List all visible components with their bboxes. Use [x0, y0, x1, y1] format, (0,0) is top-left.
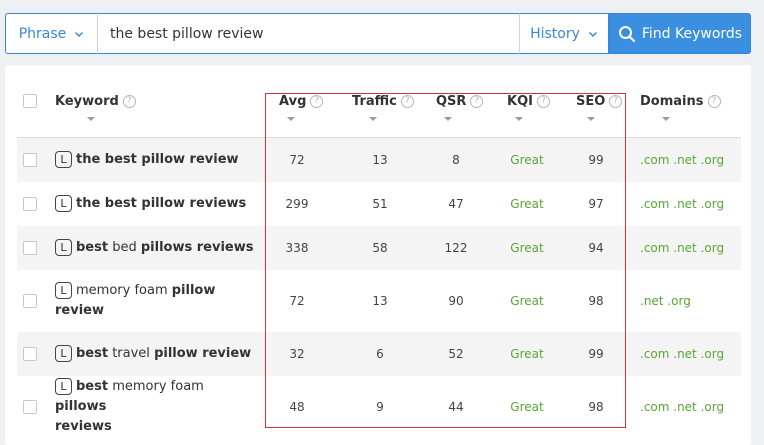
avg-value: 338: [285, 241, 309, 255]
help-icon[interactable]: ?: [400, 94, 414, 108]
long-tail-badge: L: [55, 239, 72, 256]
table-header: Keyword ? Avg ? Traffic ? QSR ? KQI ? SE…: [17, 65, 741, 138]
row-checkbox[interactable]: [23, 347, 37, 361]
domains-value[interactable]: .com .net .org: [640, 138, 724, 182]
match-mode-label: Phrase: [18, 25, 67, 42]
qsr-value: 47: [448, 197, 464, 211]
seo-value: 99: [588, 347, 604, 361]
avg-value: 32: [289, 347, 305, 361]
keyword-cell[interactable]: Lthe best pillow review: [55, 138, 255, 182]
chevron-down-icon: [75, 31, 84, 37]
traffic-value: 13: [372, 294, 388, 308]
row-checkbox[interactable]: [23, 294, 37, 308]
table-row[interactable]: Lthe best pillow reviews 299 51 47 Great…: [17, 182, 741, 226]
row-checkbox[interactable]: [23, 197, 37, 211]
results-card: Keyword ? Avg ? Traffic ? QSR ? KQI ? SE…: [5, 65, 751, 445]
sort-caret-icon[interactable]: [369, 117, 377, 121]
traffic-value: 13: [372, 153, 388, 167]
help-icon[interactable]: ?: [122, 94, 136, 108]
qsr-column-header[interactable]: QSR ?: [436, 65, 484, 137]
kqi-column-header[interactable]: KQI ?: [507, 65, 550, 137]
traffic-value: 51: [372, 197, 388, 211]
long-tail-badge: L: [55, 378, 72, 395]
avg-value: 48: [289, 400, 305, 414]
domains-value[interactable]: .com .net .org: [640, 182, 724, 226]
keyword-column-header[interactable]: Keyword ?: [55, 65, 136, 137]
qsr-value: 52: [448, 347, 464, 361]
domains-value[interactable]: .com .net .org: [640, 376, 724, 438]
help-icon[interactable]: ?: [310, 94, 324, 108]
search-bar: Phrase History Find Keywords: [5, 13, 751, 54]
sort-caret-icon[interactable]: [587, 117, 595, 121]
keyword-search-input[interactable]: [97, 13, 519, 54]
traffic-value: 58: [372, 241, 388, 255]
sort-caret-icon[interactable]: [444, 117, 452, 121]
qsr-value: 122: [444, 241, 468, 255]
history-label: History: [530, 25, 580, 42]
domains-column-header[interactable]: Domains ?: [640, 65, 721, 137]
kqi-value: Great: [510, 400, 544, 414]
help-icon[interactable]: ?: [707, 94, 721, 108]
avg-value: 299: [285, 197, 309, 211]
kqi-value: Great: [510, 347, 544, 361]
long-tail-badge: L: [55, 195, 72, 212]
sort-caret-icon[interactable]: [662, 117, 670, 121]
find-keywords-label: Find Keywords: [641, 25, 743, 42]
qsr-value: 44: [448, 400, 464, 414]
traffic-value: 6: [376, 347, 384, 361]
help-icon[interactable]: ?: [536, 94, 550, 108]
qsr-value: 8: [452, 153, 460, 167]
history-dropdown[interactable]: History: [519, 13, 609, 54]
table-row[interactable]: Lbest travel pillow review 32 6 52 Great…: [17, 332, 741, 376]
keyword-cell[interactable]: Lbest memory foam pillows reviews: [55, 376, 255, 438]
row-checkbox[interactable]: [23, 153, 37, 167]
qsr-value: 90: [448, 294, 464, 308]
chevron-down-icon: [588, 31, 597, 37]
avg-value: 72: [289, 153, 305, 167]
keyword-cell[interactable]: Lbest bed pillows reviews: [55, 226, 255, 270]
kqi-value: Great: [510, 294, 544, 308]
keyword-cell[interactable]: Lthe best pillow reviews: [55, 182, 255, 226]
keyword-cell[interactable]: Lbest travel pillow review: [55, 332, 255, 376]
seo-value: 99: [588, 153, 604, 167]
row-checkbox[interactable]: [23, 241, 37, 255]
table-row[interactable]: Lthe best pillow review 72 13 8 Great 99…: [17, 138, 741, 182]
seo-column-header[interactable]: SEO ?: [576, 65, 623, 137]
table-row[interactable]: Lmemory foam pillow review 72 13 90 Great…: [17, 270, 741, 332]
search-icon: [618, 25, 635, 42]
sort-caret-icon[interactable]: [87, 117, 95, 121]
long-tail-badge: L: [55, 345, 72, 362]
select-all-checkbox[interactable]: [23, 94, 37, 108]
domains-value[interactable]: .com .net .org: [640, 332, 724, 376]
seo-value: 94: [588, 241, 604, 255]
table-row[interactable]: Lbest bed pillows reviews 338 58 122 Gre…: [17, 226, 741, 270]
avg-value: 72: [289, 294, 305, 308]
find-keywords-button[interactable]: Find Keywords: [609, 13, 751, 54]
kqi-value: Great: [510, 241, 544, 255]
long-tail-badge: L: [55, 282, 72, 299]
domains-value[interactable]: .net .org: [640, 270, 691, 332]
sort-caret-icon[interactable]: [515, 117, 523, 121]
seo-value: 97: [588, 197, 604, 211]
table-row[interactable]: Lbest memory foam pillows reviews 48 9 44…: [17, 376, 741, 438]
domains-value[interactable]: .com .net .org: [640, 226, 724, 270]
sort-caret-icon[interactable]: [287, 117, 295, 121]
traffic-column-header[interactable]: Traffic ?: [352, 65, 414, 137]
help-icon[interactable]: ?: [609, 94, 623, 108]
avg-column-header[interactable]: Avg ?: [279, 65, 324, 137]
long-tail-badge: L: [55, 151, 72, 168]
seo-value: 98: [588, 294, 604, 308]
kqi-value: Great: [510, 197, 544, 211]
seo-value: 98: [588, 400, 604, 414]
keyword-cell[interactable]: Lmemory foam pillow review: [55, 270, 255, 332]
traffic-value: 9: [376, 400, 384, 414]
kqi-value: Great: [510, 153, 544, 167]
help-icon[interactable]: ?: [470, 94, 484, 108]
match-mode-dropdown[interactable]: Phrase: [5, 13, 97, 54]
row-checkbox[interactable]: [23, 400, 37, 414]
